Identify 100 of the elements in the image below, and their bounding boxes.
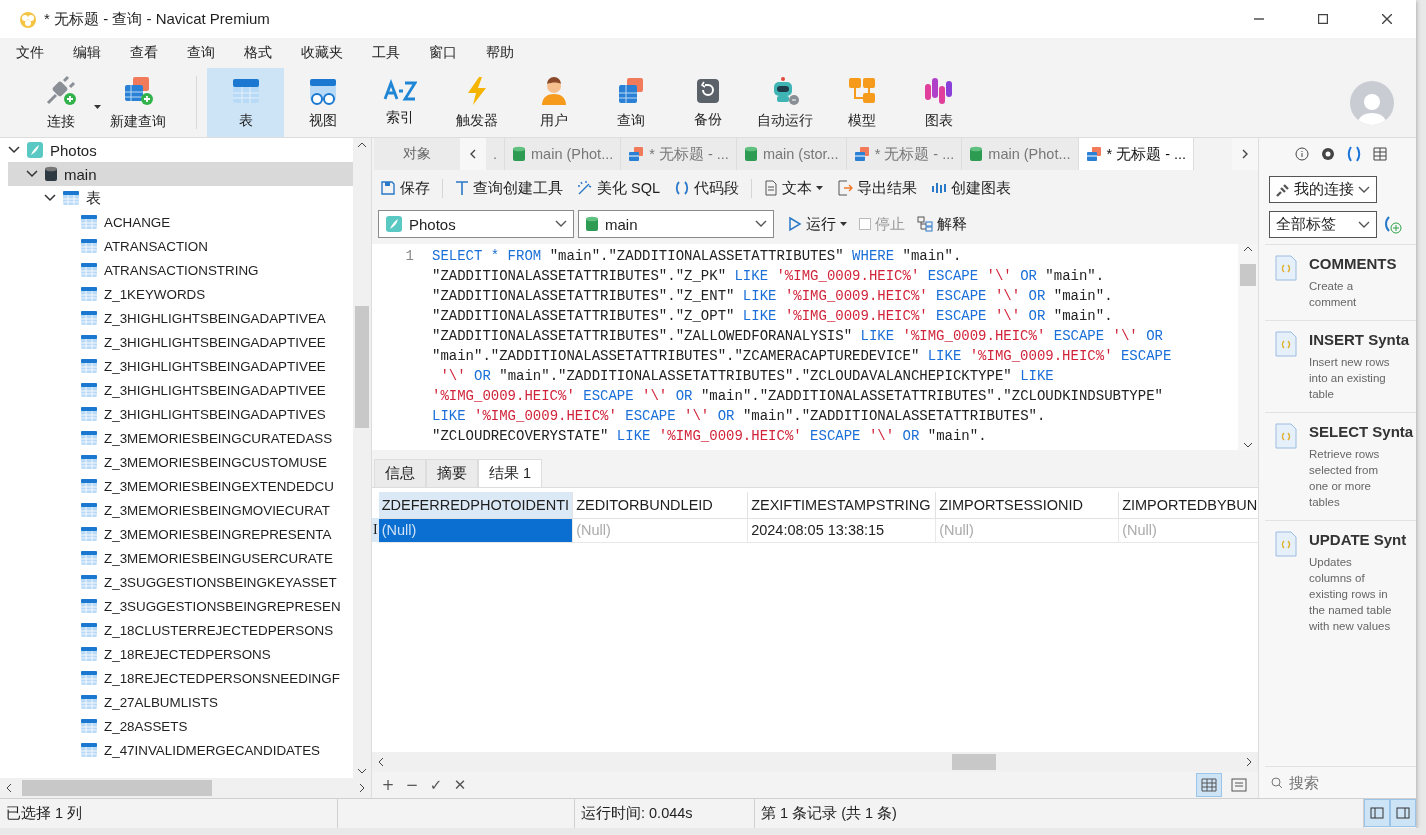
tree-item[interactable]: Z_3HIGHLIGHTSBEINGADAPTIVEE [8, 378, 353, 402]
toolbar-button[interactable]: 图表 [900, 68, 977, 137]
result-tab[interactable]: 结果 1 [478, 459, 543, 487]
menu-item[interactable]: 帮助 [478, 44, 529, 62]
scrollbar-thumb[interactable] [22, 780, 212, 796]
tree-item[interactable]: Z_3MEMORIESBEINGREPRESENTA [8, 522, 353, 546]
tree-item[interactable]: Z_3MEMORIESBEINGCUSTOMUSE [8, 450, 353, 474]
tree-item[interactable]: Z_3MEMORIESBEINGUSERCURATE [8, 546, 353, 570]
menu-item[interactable]: 格式 [236, 44, 287, 62]
toolbar-button[interactable]: 表 [207, 68, 284, 137]
table-cell[interactable]: (Null) [378, 518, 573, 542]
scroll-left-icon[interactable] [378, 757, 384, 767]
explain-button[interactable]: 解释 [915, 214, 969, 234]
grid-view-button[interactable] [1196, 773, 1222, 797]
scrollbar-thumb[interactable] [355, 306, 369, 428]
tree-item[interactable]: 表 [8, 186, 353, 210]
scroll-down-icon[interactable] [1243, 442, 1253, 448]
query-toolbar-button[interactable]: 文本 [751, 178, 826, 198]
scroll-up-icon[interactable] [1243, 246, 1253, 252]
tree-item[interactable]: Z_18REJECTEDPERSONSNEEDINGF [8, 666, 353, 690]
query-toolbar-button[interactable]: 保存 [378, 178, 432, 198]
panel-toggle-button[interactable] [1390, 799, 1416, 827]
menu-item[interactable]: 编辑 [65, 44, 116, 62]
tree-item[interactable]: ACHANGE [8, 210, 353, 234]
menu-item[interactable]: 收藏夹 [293, 44, 358, 62]
menu-item[interactable]: 窗口 [421, 44, 472, 62]
scrollbar-thumb[interactable] [952, 754, 996, 770]
menu-item[interactable]: 查看 [122, 44, 173, 62]
document-tab[interactable]: * 无标题 - ... [846, 138, 963, 170]
scroll-right-icon[interactable] [1246, 757, 1252, 767]
toolbar-button[interactable]: 模型 [823, 68, 900, 137]
tree-item[interactable]: Z_3HIGHLIGHTSBEINGADAPTIVEE [8, 354, 353, 378]
side-panel-tab[interactable] [1372, 147, 1387, 161]
document-tab[interactable]: main (Phot... [505, 138, 622, 170]
grid-action-button[interactable]: + [378, 775, 398, 795]
scroll-down-icon[interactable] [357, 768, 367, 774]
add-snippet-icon[interactable] [1383, 214, 1403, 235]
search-field[interactable]: 搜索 [1287, 773, 1397, 792]
toolbar-button[interactable]: 连接 [22, 68, 99, 137]
snippet-item[interactable]: UPDATE Synt Updates columns of existing rows in the named table with new values [1265, 520, 1416, 644]
menu-item[interactable]: 文件 [8, 44, 59, 62]
grid-action-button[interactable]: ✓ [426, 775, 446, 795]
tree-item[interactable]: Z_18CLUSTERREJECTEDPERSONS [8, 618, 353, 642]
snippet-item[interactable]: COMMENTS Create a comment [1265, 244, 1416, 320]
query-toolbar-button[interactable]: 导出结果 [835, 178, 920, 198]
menu-item[interactable]: 查询 [179, 44, 230, 62]
grid-action-button[interactable]: ✕ [450, 775, 470, 795]
tree-item[interactable]: Z_3HIGHLIGHTSBEINGADAPTIVEE [8, 330, 353, 354]
sql-editor[interactable] [372, 244, 1258, 450]
query-toolbar-button[interactable]: 创建图表 [929, 178, 1014, 198]
document-tab[interactable]: . [486, 138, 506, 170]
toolbar-button[interactable]: 查询 [592, 68, 669, 137]
tab-scroll-left-button[interactable] [460, 138, 486, 170]
tree-item[interactable]: Z_3MEMORIESBEINGCURATEDASS [8, 426, 353, 450]
toolbar-button[interactable]: 触发器 [438, 68, 515, 137]
toolbar-button[interactable]: 自动运行 [746, 68, 823, 137]
scroll-left-icon[interactable] [6, 783, 12, 793]
query-toolbar-button[interactable]: 查询创建工具 [442, 178, 565, 198]
toolbar-button[interactable]: 用户 [515, 68, 592, 137]
tree-item[interactable]: Z_1KEYWORDS [8, 282, 353, 306]
tree-item[interactable]: Z_3SUGGESTIONSBEINGKEYASSET [8, 570, 353, 594]
tree-item[interactable]: Z_3HIGHLIGHTSBEINGADAPTIVES [8, 402, 353, 426]
menu-item[interactable]: 工具 [364, 44, 415, 62]
snippet-item[interactable]: SELECT Synta Retrieve rows selected from one or more tables [1265, 412, 1416, 520]
tag-select[interactable]: 全部标签 [1269, 211, 1377, 238]
objects-tab[interactable]: 对象 [374, 138, 460, 170]
tree-item[interactable]: Photos [8, 138, 353, 162]
panel-toggle-button[interactable] [1364, 799, 1390, 827]
side-panel-tab[interactable] [1346, 146, 1361, 162]
tree-item[interactable]: Z_18REJECTEDPERSONS [8, 642, 353, 666]
tree-item[interactable]: main [8, 162, 353, 186]
run-button[interactable]: 运行 [786, 214, 849, 234]
side-panel-tab[interactable] [1294, 147, 1309, 161]
tree-item[interactable]: Z_3HIGHLIGHTSBEINGADAPTIVEA [8, 306, 353, 330]
tree-item[interactable]: Z_3MEMORIESBEINGEXTENDEDCU [8, 474, 353, 498]
table-cell[interactable]: 2024:08:05 13:38:15 [747, 518, 936, 542]
document-tab[interactable]: main (stor... [736, 138, 847, 170]
document-tab[interactable]: * 无标题 - ... [1078, 138, 1195, 170]
tree-item[interactable]: ATRANSACTION [8, 234, 353, 258]
tree-item[interactable]: Z_47INVALIDMERGECANDIDATES [8, 738, 353, 762]
toolbar-button[interactable]: 视图 [284, 68, 361, 137]
database-select[interactable]: main [578, 210, 774, 238]
side-panel-tab[interactable] [1320, 147, 1335, 161]
tree-item[interactable]: Z_28ASSETS [8, 714, 353, 738]
scroll-up-icon[interactable] [357, 142, 367, 148]
column-header[interactable]: ZEXIFTIMESTAMPSTRING [747, 492, 936, 518]
column-header[interactable]: ZDEFERREDPHOTOIDENTI [378, 492, 573, 518]
tree-item[interactable]: Z_3SUGGESTIONSBEINGREPRESEN [8, 594, 353, 618]
toolbar-button[interactable]: 新建查询 [99, 68, 176, 137]
toolbar-button[interactable]: 备份 [669, 68, 746, 137]
column-header[interactable]: ZIMPORTEDBYBUN [1118, 492, 1258, 518]
toolbar-button[interactable]: 索引 [361, 68, 438, 137]
document-tab[interactable]: * 无标题 - ... [621, 138, 737, 170]
connection-select[interactable]: Photos [378, 210, 574, 238]
tree-item[interactable]: Z_3MEMORIESBEINGMOVIECURAT [8, 498, 353, 522]
scrollbar-thumb[interactable] [1240, 264, 1256, 286]
column-header[interactable]: ZEDITORBUNDLEID [572, 492, 748, 518]
scroll-right-icon[interactable] [359, 783, 365, 793]
column-header[interactable]: ZIMPORTSESSIONID [935, 492, 1119, 518]
result-tab[interactable]: 信息 [374, 459, 426, 487]
